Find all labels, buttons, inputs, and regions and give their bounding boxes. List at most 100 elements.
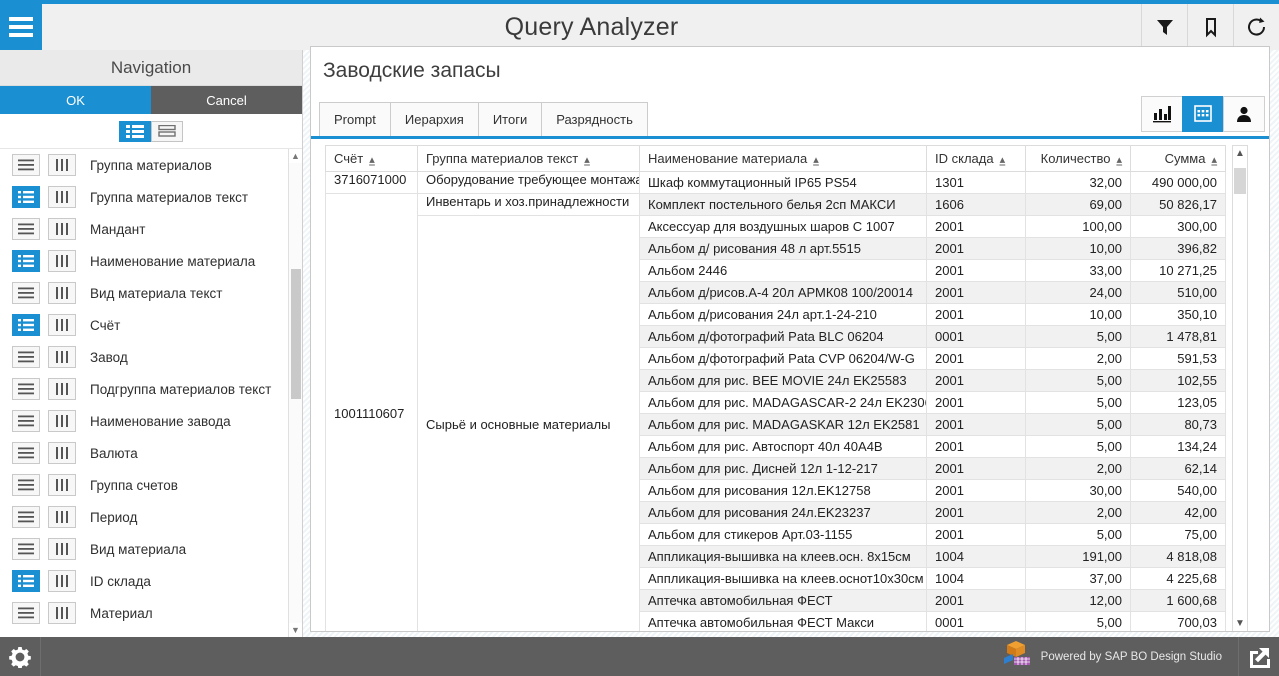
- grid-view-icon[interactable]: [1182, 95, 1224, 132]
- cell-warehouse-id: 2001: [926, 258, 1026, 282]
- sort-asc-icon[interactable]: ▴̲: [369, 153, 375, 166]
- table-row[interactable]: 3716071000 Оборудование требующее монтажа…: [325, 170, 1226, 194]
- cancel-button[interactable]: Cancel: [151, 86, 302, 114]
- column-display-icon[interactable]: [48, 474, 76, 496]
- row-display-icon[interactable]: [12, 442, 40, 464]
- navigation-item[interactable]: Наименование завода: [0, 405, 288, 437]
- cell-material-name: Шкаф коммутационный IP65 PS54: [639, 170, 927, 194]
- column-display-icon[interactable]: [48, 346, 76, 368]
- navigation-view-toggle: [0, 114, 302, 148]
- scroll-down-arrow-icon[interactable]: ▼: [289, 623, 302, 637]
- column-display-icon[interactable]: [48, 378, 76, 400]
- navigation-item[interactable]: Группа счетов: [0, 469, 288, 501]
- tab-label: Разрядность: [556, 111, 633, 127]
- navigation-scroll-thumb[interactable]: [291, 269, 301, 399]
- navigation-item[interactable]: Материал: [0, 597, 288, 629]
- cell-material-name: Аксессуар для воздушных шаров С 1007: [639, 214, 927, 238]
- table-row[interactable]: 1001110607 Инвентарь и хоз.принадлежности…: [325, 192, 1226, 631]
- column-display-icon[interactable]: [48, 538, 76, 560]
- sort-measure-icon[interactable]: ▴̲: [1116, 153, 1122, 166]
- cell-quantity: 5,00: [1025, 522, 1131, 546]
- cell-quantity: 32,00: [1025, 170, 1131, 194]
- column-display-icon[interactable]: [48, 154, 76, 176]
- list-view-icon[interactable]: [119, 120, 151, 142]
- row-display-icon[interactable]: [12, 474, 40, 496]
- column-display-icon[interactable]: [48, 442, 76, 464]
- tab-3[interactable]: Итоги: [477, 101, 543, 136]
- chart-view-icon[interactable]: [1141, 95, 1183, 132]
- cell-warehouse-id: 2001: [926, 478, 1026, 502]
- row-display-icon[interactable]: [12, 346, 40, 368]
- bookmark-icon[interactable]: [1187, 4, 1233, 50]
- filter-icon[interactable]: [1141, 4, 1187, 50]
- grid-scroll-down-arrow-icon[interactable]: ▼: [1233, 615, 1247, 631]
- column-header-label: Наименование материала: [648, 150, 808, 166]
- row-display-icon[interactable]: [12, 602, 40, 624]
- navigation-item[interactable]: Завод: [0, 341, 288, 373]
- row-display-icon[interactable]: [12, 410, 40, 432]
- row-display-icon[interactable]: [12, 570, 40, 592]
- row-display-icon[interactable]: [12, 506, 40, 528]
- tab-1[interactable]: Prompt: [319, 101, 391, 136]
- grid-scrollbar[interactable]: ▲ ▼: [1232, 144, 1248, 631]
- column-display-icon[interactable]: [48, 314, 76, 336]
- ok-button[interactable]: OK: [0, 86, 151, 114]
- row-display-icon[interactable]: [12, 538, 40, 560]
- tab-2[interactable]: Иерархия: [389, 101, 479, 136]
- app-header: Query Analyzer: [0, 4, 1279, 50]
- column-display-icon[interactable]: [48, 282, 76, 304]
- navigation-item[interactable]: Группа материалов текст: [0, 181, 288, 213]
- row-display-icon[interactable]: [12, 378, 40, 400]
- refresh-icon[interactable]: [1233, 4, 1279, 50]
- column-display-icon[interactable]: [48, 218, 76, 240]
- share-icon[interactable]: [1238, 637, 1279, 676]
- sort-asc-icon[interactable]: ▴̲: [1000, 153, 1006, 166]
- row-display-icon[interactable]: [12, 186, 40, 208]
- row-display-icon[interactable]: [12, 314, 40, 336]
- tab-list: Prompt Иерархия Итоги Разрядность: [319, 101, 648, 136]
- row-display-icon[interactable]: [12, 154, 40, 176]
- navigation-item[interactable]: Вид материала текст: [0, 277, 288, 309]
- navigation-item[interactable]: Мандант: [0, 213, 288, 245]
- grid-header-row: Счёт ▴̲ Группа материалов текст ▴̲ Наименова…: [325, 144, 1226, 172]
- column-header[interactable]: Сумма ▴̲: [1130, 144, 1226, 172]
- navigation-item[interactable]: Группа материалов: [0, 149, 288, 181]
- gear-icon[interactable]: [0, 637, 41, 676]
- user-icon[interactable]: [1223, 95, 1265, 132]
- column-header[interactable]: Счёт ▴̲: [325, 144, 418, 172]
- navigation-item[interactable]: Период: [0, 501, 288, 533]
- sort-asc-icon[interactable]: ▴̲: [813, 153, 819, 166]
- scroll-up-arrow-icon[interactable]: ▲: [289, 149, 302, 163]
- navigation-item[interactable]: Вид материала: [0, 533, 288, 565]
- application-window: Query Analyzer Navigation OK Cancel Груп…: [0, 0, 1279, 676]
- column-header[interactable]: ID склада ▴̲: [926, 144, 1026, 172]
- row-display-icon[interactable]: [12, 218, 40, 240]
- compact-view-icon[interactable]: [151, 120, 183, 142]
- cell-quantity: 5,00: [1025, 434, 1131, 458]
- cell-material-name: Альбом д/рисования 24л арт.1-24-210: [639, 302, 927, 326]
- navigation-item[interactable]: Валюта: [0, 437, 288, 469]
- column-header[interactable]: Наименование материала ▴̲: [639, 144, 927, 172]
- sort-measure-icon[interactable]: ▴̲: [1211, 153, 1217, 166]
- row-display-icon[interactable]: [12, 282, 40, 304]
- column-display-icon[interactable]: [48, 186, 76, 208]
- grid-scroll-up-arrow-icon[interactable]: ▲: [1233, 146, 1247, 162]
- column-display-icon[interactable]: [48, 570, 76, 592]
- tab-4[interactable]: Разрядность: [541, 101, 648, 136]
- column-display-icon[interactable]: [48, 410, 76, 432]
- row-display-icon[interactable]: [12, 250, 40, 272]
- navigation-item[interactable]: Подгруппа материалов текст: [0, 373, 288, 405]
- table-row[interactable]: Сырьё и основные материалы Аксессуар для …: [326, 214, 1226, 631]
- column-header[interactable]: Группа материалов текст ▴̲: [417, 144, 640, 172]
- navigation-item[interactable]: ID склада: [0, 565, 288, 597]
- column-display-icon[interactable]: [48, 506, 76, 528]
- column-display-icon[interactable]: [48, 250, 76, 272]
- navigation-item[interactable]: Счёт: [0, 309, 288, 341]
- grid-scroll-thumb[interactable]: [1234, 167, 1246, 194]
- navigation-item[interactable]: Наименование материала: [0, 245, 288, 277]
- navigation-scrollbar[interactable]: ▲ ▼: [288, 149, 302, 637]
- column-display-icon[interactable]: [48, 602, 76, 624]
- hamburger-icon[interactable]: [0, 4, 42, 50]
- sort-asc-icon[interactable]: ▴̲: [584, 153, 590, 166]
- column-header[interactable]: Количество ▴̲: [1025, 144, 1131, 172]
